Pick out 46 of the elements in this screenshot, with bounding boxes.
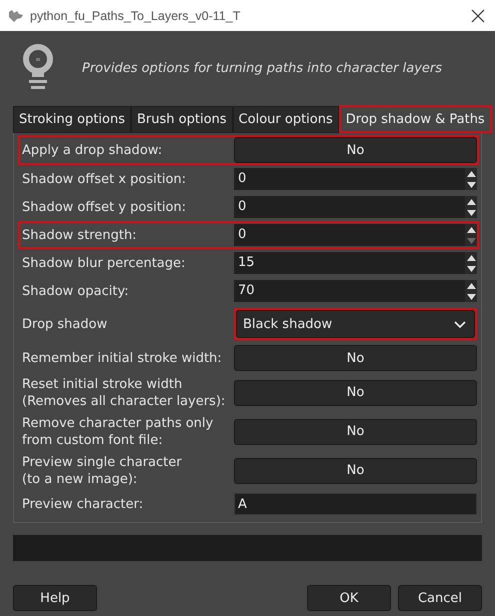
- option-label: Shadow offset x position:: [22, 170, 188, 188]
- tab[interactable]: Stroking options: [13, 106, 132, 133]
- option-label: Drop shadow: [22, 316, 108, 332]
- number-field[interactable]: 0: [234, 224, 477, 246]
- toggle-button[interactable]: No: [234, 137, 477, 163]
- dialog-button[interactable]: OK: [307, 585, 391, 611]
- spin-down-icon[interactable]: [466, 294, 476, 300]
- option-label: Shadow offset y position:: [22, 198, 188, 216]
- toggle-button[interactable]: No: [234, 458, 477, 484]
- text-field[interactable]: A: [234, 493, 477, 515]
- option-label: Reset initial stroke width (Removes all character layers):: [22, 376, 226, 410]
- number-field[interactable]: 0: [234, 168, 477, 190]
- app-icon: [8, 8, 24, 22]
- chevron-down-icon: [454, 320, 466, 328]
- option-label: Shadow strength:: [22, 226, 138, 244]
- option-label: Remember initial stroke width:: [22, 350, 223, 366]
- option-label: Remove character paths only from custom font file:: [22, 414, 214, 448]
- dialog-button[interactable]: Cancel: [398, 585, 482, 611]
- option-label: Preview single character (to a new image):: [22, 454, 183, 488]
- toggle-button[interactable]: No: [234, 345, 477, 371]
- spin-up-icon[interactable]: [466, 282, 476, 288]
- option-label: Shadow blur percentage:: [22, 254, 186, 272]
- dialog-button[interactable]: Help: [13, 585, 97, 611]
- close-icon[interactable]: [471, 8, 485, 22]
- spin-down-icon[interactable]: [466, 266, 476, 272]
- spin-up-icon[interactable]: [466, 198, 476, 204]
- option-label: Apply a drop shadow:: [22, 142, 164, 158]
- toggle-button[interactable]: No: [234, 418, 477, 444]
- option-label: Shadow opacity:: [22, 282, 130, 300]
- number-field[interactable]: 70: [234, 280, 477, 302]
- dropdown[interactable]: Black shadow: [236, 310, 475, 338]
- tab[interactable]: Brush options: [131, 106, 233, 133]
- spin-up-icon[interactable]: [466, 226, 476, 232]
- tab[interactable]: Drop shadow & Paths: [338, 105, 492, 133]
- window-title: python_fu_Paths_To_Layers_v0-11_T: [30, 8, 242, 22]
- spin-up-icon[interactable]: [466, 254, 476, 260]
- description: Provides options for turning paths into character layers: [82, 60, 442, 76]
- spin-down-icon[interactable]: [466, 210, 476, 216]
- number-field[interactable]: 0: [234, 196, 477, 218]
- spin-up-icon[interactable]: [466, 170, 476, 176]
- spin-down-icon[interactable]: [466, 182, 476, 188]
- tab[interactable]: Colour options: [232, 106, 339, 133]
- option-label: Preview character:: [22, 496, 144, 512]
- lightbulb-icon: [22, 44, 54, 92]
- toggle-button[interactable]: No: [234, 380, 477, 406]
- number-field[interactable]: 15: [234, 252, 477, 274]
